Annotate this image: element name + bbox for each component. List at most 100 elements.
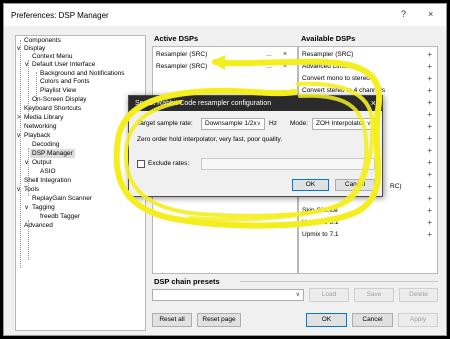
- tree-expander-icon[interactable]: v: [25, 203, 28, 212]
- available-dsp-row[interactable]: Upmix to 7.1 +: [300, 229, 436, 240]
- add-dsp-icon[interactable]: +: [427, 229, 432, 240]
- help-icon[interactable]: ?: [401, 9, 406, 19]
- add-dsp-icon[interactable]: +: [427, 157, 432, 168]
- exclude-rates-checkbox[interactable]: [137, 160, 145, 168]
- tree-item-dsp-manager[interactable]: DSP Manager: [30, 149, 75, 158]
- available-dsps-label: Available DSPs: [301, 34, 356, 43]
- tree-item-playback[interactable]: Playback: [24, 131, 50, 140]
- chevron-down-icon: ∨: [256, 121, 261, 127]
- available-dsp-label: Skip Silence: [302, 207, 338, 214]
- add-dsp-icon[interactable]: +: [427, 181, 432, 192]
- tree-expander-icon[interactable]: v: [17, 131, 20, 140]
- active-dsp-label: Resampler (SRC): [156, 63, 208, 70]
- chevron-down-icon: ∨: [366, 121, 371, 127]
- active-dsp-row[interactable]: Resampler (SRC) ... ×: [154, 61, 296, 72]
- available-dsp-label: Upmix to 7.1: [302, 231, 339, 238]
- hz-unit-label: Hz: [269, 120, 277, 127]
- preferences-tree[interactable]: Components v Display Context Menu v Defa…: [15, 35, 146, 331]
- tree-expander-icon[interactable]: v: [17, 44, 20, 53]
- add-dsp-icon[interactable]: +: [427, 97, 432, 108]
- presets-divider: [240, 281, 438, 282]
- tree-item-media-library[interactable]: Media Library: [24, 113, 63, 122]
- ok-button[interactable]: OK: [306, 313, 347, 327]
- configure-dsp-button[interactable]: ...: [266, 49, 272, 60]
- dialog-ok-button[interactable]: OK: [292, 179, 329, 191]
- delete-preset-button[interactable]: Delete: [399, 288, 438, 302]
- tree-item-tools[interactable]: Tools: [24, 185, 39, 194]
- tree-item-default-user-interface[interactable]: Default User Interface: [32, 60, 95, 69]
- dialog-titlebar: Secret Rabbit Code resampler configurati…: [129, 96, 382, 111]
- available-dsp-row[interactable]: Advanced Limiter +: [300, 61, 436, 72]
- available-dsp-row[interactable]: Resampler (SRC) +: [300, 49, 436, 60]
- add-dsp-icon[interactable]: +: [427, 49, 432, 60]
- tree-expander-icon[interactable]: v: [25, 60, 28, 69]
- available-dsp-label: Resampler (SRC): [302, 51, 354, 58]
- remove-dsp-icon[interactable]: ×: [283, 49, 287, 60]
- add-dsp-icon[interactable]: +: [427, 205, 432, 216]
- tree-item-asio[interactable]: ASIO: [40, 167, 56, 176]
- tree-item-advanced[interactable]: Advanced: [24, 221, 53, 230]
- reset-page-button[interactable]: Reset page: [197, 313, 241, 327]
- add-dsp-icon[interactable]: +: [427, 145, 432, 156]
- available-dsp-row[interactable]: Upmix to 5.1 +: [300, 217, 436, 228]
- apply-button[interactable]: Apply: [398, 313, 438, 327]
- dialog-close-icon[interactable]: ×: [371, 96, 376, 111]
- dialog-cancel-button[interactable]: Cancel: [335, 179, 375, 191]
- tree-item-freedb-tagger[interactable]: freedb Tagger: [40, 212, 80, 221]
- available-dsp-row[interactable]: Skip Silence +: [300, 205, 436, 216]
- cancel-button[interactable]: Cancel: [352, 313, 393, 327]
- target-sample-rate-label: Target sample rate:: [137, 120, 193, 127]
- mode-value: ZOH Interpolator: [316, 120, 365, 127]
- preset-combo[interactable]: ∨: [152, 289, 304, 301]
- mode-description: Zero order hold interpolator, very fast,…: [137, 136, 283, 143]
- chevron-down-icon: ∨: [295, 292, 300, 298]
- active-dsp-label: Resampler (SRC): [156, 51, 208, 58]
- window-titlebar: Preferences: DSP Manager ? ×: [4, 4, 446, 26]
- add-dsp-icon[interactable]: +: [427, 85, 432, 96]
- tree-expander-icon[interactable]: v: [17, 185, 20, 194]
- sample-rate-combo[interactable]: Downsample 1/2x ∨: [201, 118, 265, 130]
- add-dsp-icon[interactable]: +: [427, 193, 432, 204]
- configure-dsp-button[interactable]: ...: [266, 61, 272, 72]
- tree-item-output[interactable]: Output: [32, 158, 52, 167]
- add-dsp-icon[interactable]: +: [427, 169, 432, 180]
- tree-item-shell-integration[interactable]: Shell Integration: [24, 176, 71, 185]
- tree-guide-line: [20, 40, 21, 268]
- available-dsp-label: Advanced Limiter: [302, 63, 353, 70]
- add-dsp-icon[interactable]: +: [427, 217, 432, 228]
- available-dsp-label: Convert mono to stereo: [302, 75, 370, 82]
- reset-all-button[interactable]: Reset all: [152, 313, 192, 327]
- mode-label: Mode:: [290, 120, 309, 127]
- dsp-chain-presets-label: DSP chain presets: [154, 277, 220, 286]
- mode-combo[interactable]: ZOH Interpolator ∨: [312, 118, 375, 130]
- tree-item-replaygain-scanner[interactable]: ReplayGain Scanner: [32, 194, 92, 203]
- tree-item-networking[interactable]: Networking: [24, 122, 57, 131]
- tree-item-on-screen-display[interactable]: On-Screen Display: [32, 95, 87, 104]
- remove-dsp-icon[interactable]: ×: [283, 61, 287, 72]
- exclude-rates-label: Exclude rates:: [148, 160, 190, 167]
- tree-expander-icon[interactable]: v: [25, 158, 28, 167]
- add-dsp-icon[interactable]: +: [427, 133, 432, 144]
- active-dsps-label: Active DSPs: [154, 34, 199, 43]
- add-dsp-icon[interactable]: +: [427, 121, 432, 132]
- save-preset-button[interactable]: Save: [354, 288, 394, 302]
- add-dsp-icon[interactable]: +: [427, 61, 432, 72]
- add-dsp-icon[interactable]: +: [427, 73, 432, 84]
- active-dsp-row[interactable]: Resampler (SRC) ... ×: [154, 49, 296, 60]
- tree-item-tagging[interactable]: Tagging: [32, 203, 55, 212]
- tree-item-decoding[interactable]: Decoding: [32, 140, 59, 149]
- available-dsp-row[interactable]: Convert mono to stereo +: [300, 73, 436, 84]
- available-dsp-label: Convert stereo to 4 channels: [302, 87, 386, 94]
- load-preset-button[interactable]: Load: [309, 288, 349, 302]
- sample-rate-value: Downsample 1/2x: [205, 120, 257, 127]
- resampler-config-dialog: Secret Rabbit Code resampler configurati…: [128, 95, 383, 197]
- dialog-title: Secret Rabbit Code resampler configurati…: [135, 100, 272, 107]
- exclude-rates-field[interactable]: [201, 158, 375, 170]
- tree-item-colors-fonts[interactable]: Colors and Fonts: [40, 77, 90, 86]
- window-title: Preferences: DSP Manager: [11, 11, 109, 20]
- tree-item-keyboard-shortcuts[interactable]: Keyboard Shortcuts: [24, 104, 81, 113]
- add-dsp-icon[interactable]: +: [427, 109, 432, 120]
- close-icon[interactable]: ×: [428, 9, 433, 19]
- tree-expander-icon[interactable]: >: [17, 113, 21, 122]
- tree-item-playlist-view[interactable]: Playlist View: [40, 86, 76, 95]
